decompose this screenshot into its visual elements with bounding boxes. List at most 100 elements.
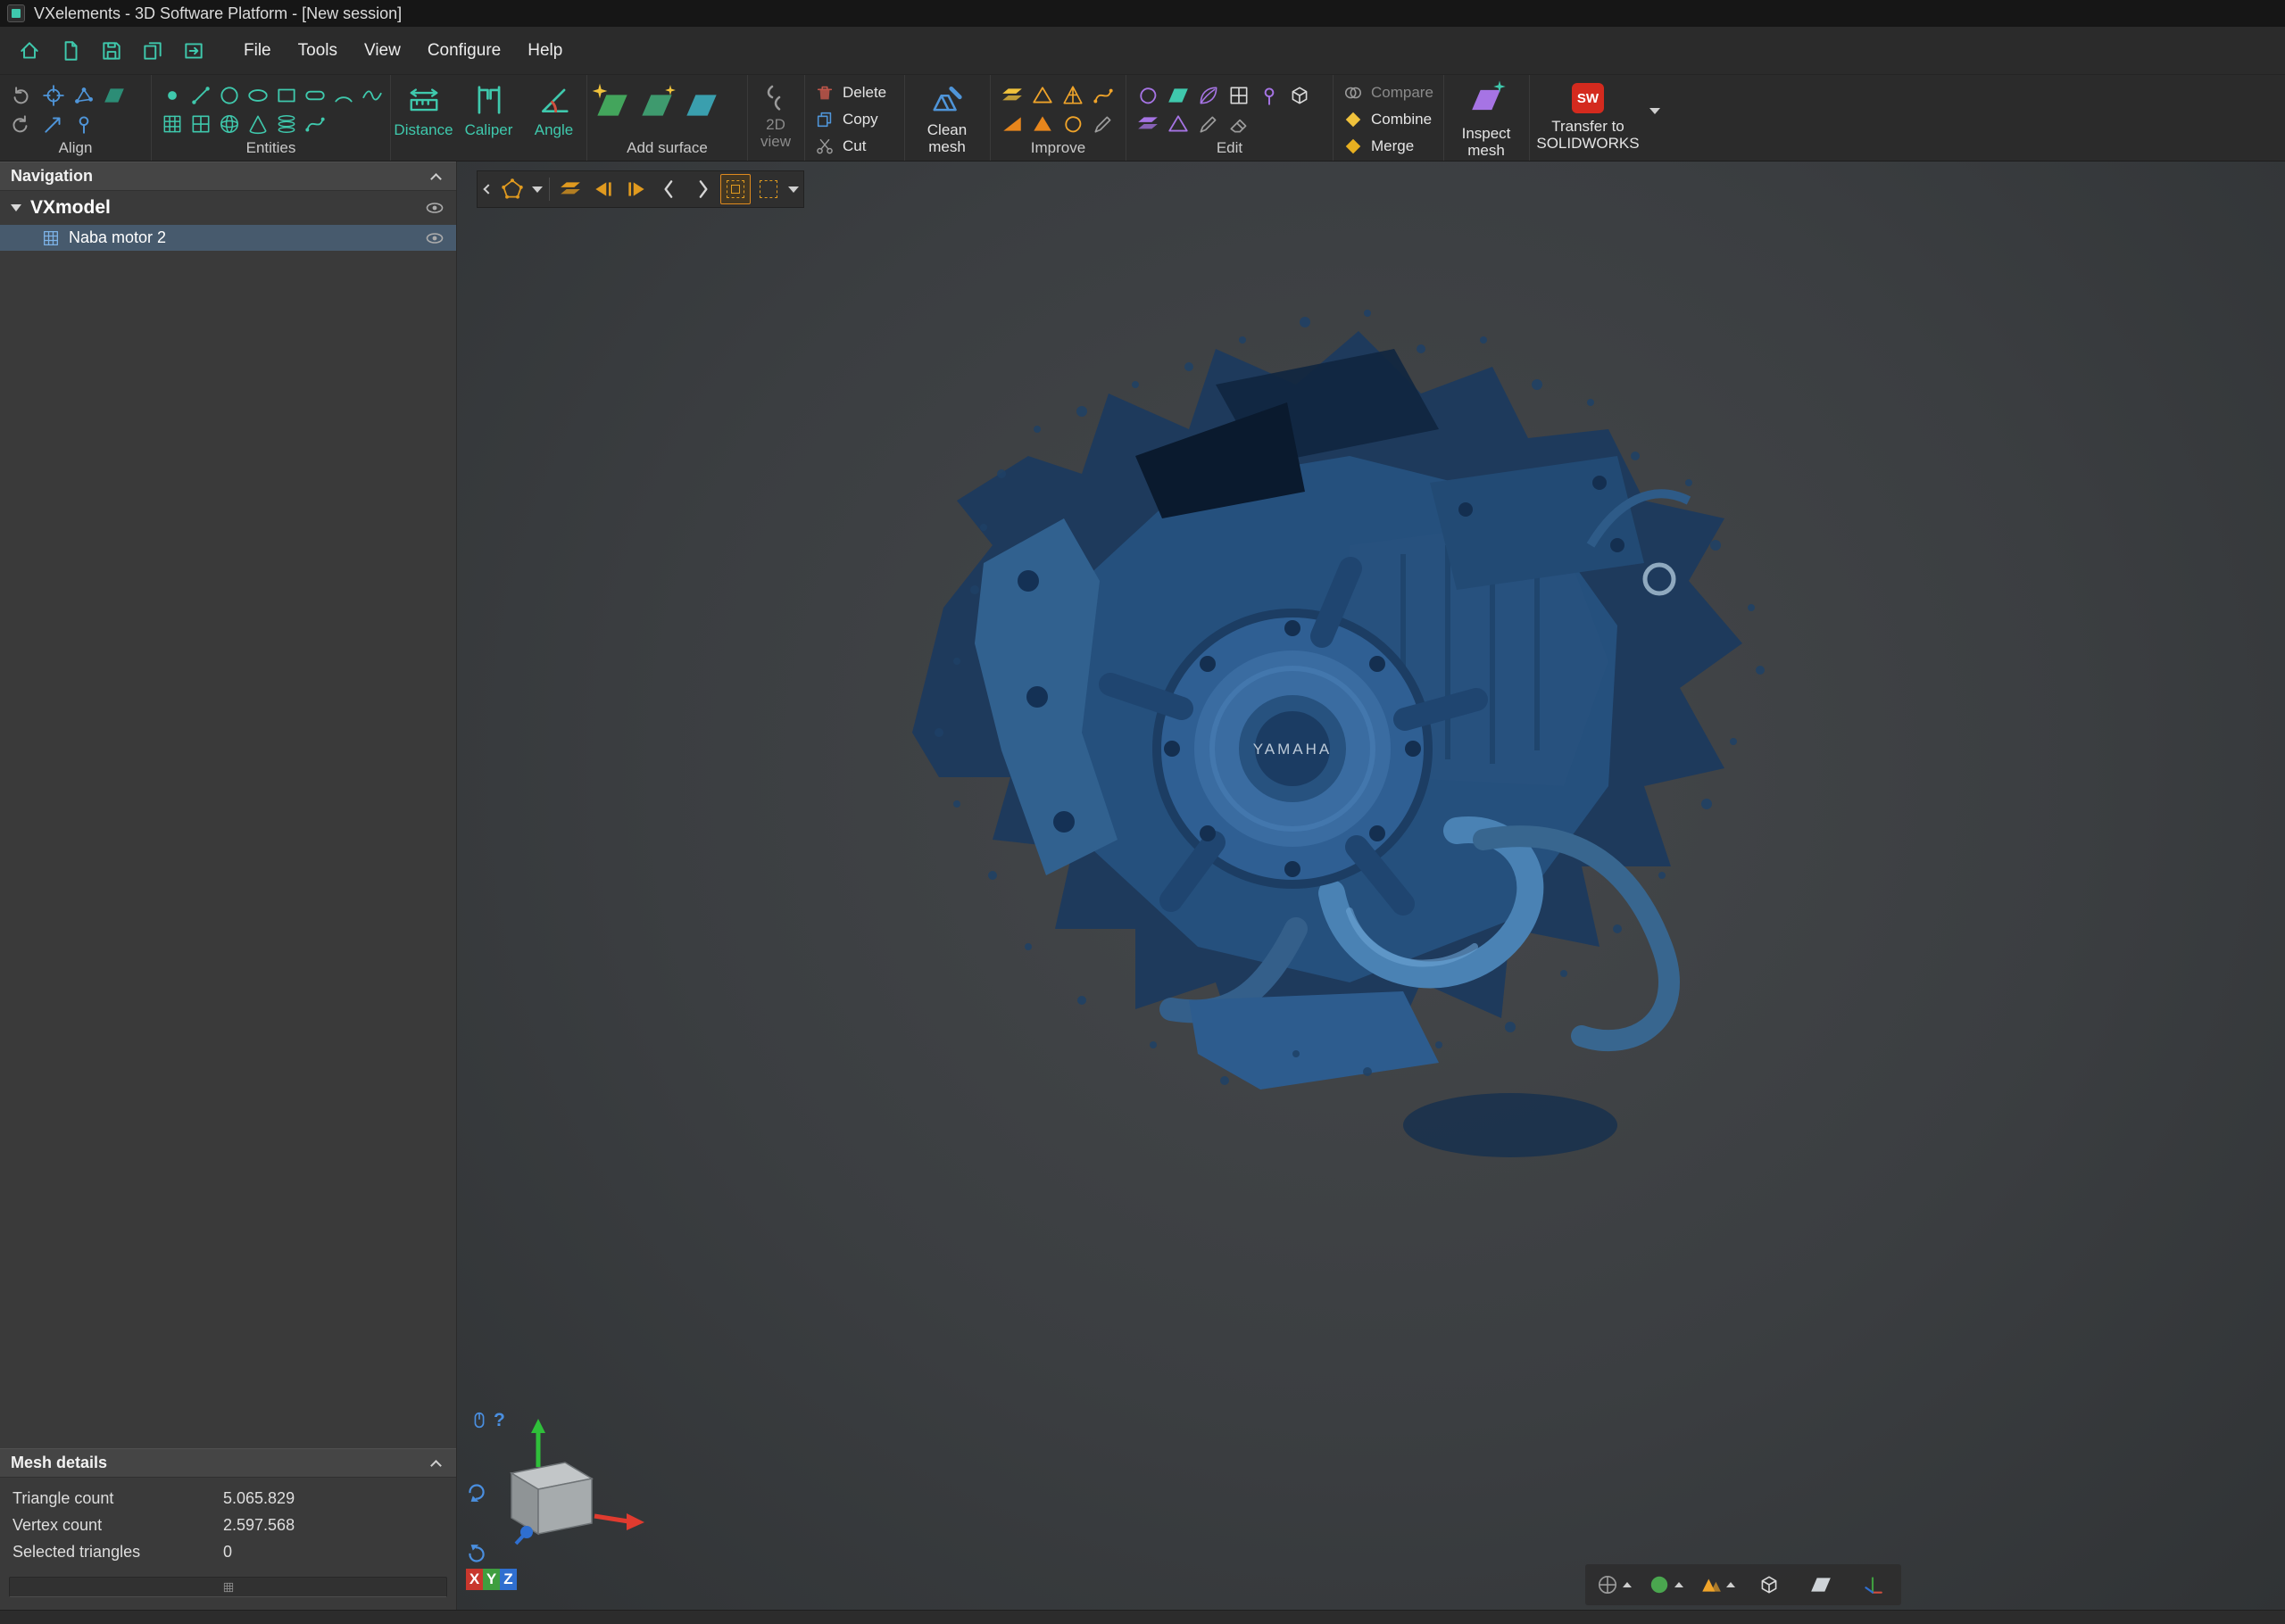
improve-sculpt-icon[interactable]: [1092, 112, 1115, 136]
clip-next-button[interactable]: [687, 174, 718, 204]
menu-tools[interactable]: Tools: [285, 27, 351, 75]
edit-blob-icon[interactable]: [1136, 84, 1159, 107]
align-move-icon[interactable]: [42, 112, 65, 136]
clip-previous-button[interactable]: [654, 174, 685, 204]
flip-selection-left-button[interactable]: [588, 174, 619, 204]
axis-labels: X Y Z: [466, 1569, 517, 1590]
caliper-button[interactable]: Caliper: [456, 75, 521, 162]
edit-leaf-icon[interactable]: [1197, 84, 1220, 107]
align-points-icon[interactable]: [72, 84, 96, 107]
toolbar-more-dropdown[interactable]: [786, 173, 800, 205]
display-smooth-button[interactable]: [1644, 1568, 1687, 1602]
ribbon-group-entities: Entities: [152, 75, 391, 161]
menu-configure[interactable]: Configure: [414, 27, 514, 75]
edit-mirror-icon[interactable]: [1288, 84, 1311, 107]
display-axes-button[interactable]: [1851, 1568, 1894, 1602]
entity-spline-icon[interactable]: [361, 84, 384, 107]
entity-circle-icon[interactable]: [218, 84, 241, 107]
selected-triangles-row: Selected triangles 0: [0, 1538, 456, 1565]
entity-line-icon[interactable]: [189, 84, 212, 107]
combine-button[interactable]: Combine: [1337, 106, 1440, 133]
align-surface-icon[interactable]: [103, 84, 126, 107]
home-button[interactable]: [9, 31, 50, 70]
copy-session-button[interactable]: [132, 31, 173, 70]
collapse-navigation-icon[interactable]: [430, 173, 442, 185]
display-smooth-dropdown-icon[interactable]: [1674, 1582, 1683, 1587]
compare-button[interactable]: Compare: [1337, 79, 1440, 106]
zoom-region-button[interactable]: [720, 174, 751, 204]
menu-view[interactable]: View: [351, 27, 414, 75]
entity-sphere-icon[interactable]: [218, 112, 241, 136]
edit-triangle-icon[interactable]: [1167, 112, 1190, 136]
add-surface-wizard-icon[interactable]: [594, 87, 630, 123]
new-session-button[interactable]: [50, 31, 91, 70]
transfer-solidworks-button[interactable]: SW Transfer to SOLIDWORKS: [1530, 75, 1646, 162]
display-texture-button[interactable]: [1592, 1568, 1635, 1602]
redo-icon[interactable]: [9, 112, 32, 136]
angle-button[interactable]: Angle: [521, 75, 586, 162]
save-session-button[interactable]: [91, 31, 132, 70]
add-surface-manual-icon[interactable]: [684, 87, 719, 123]
improve-defeature-icon[interactable]: [1031, 84, 1054, 107]
entity-plane-grid-icon[interactable]: [161, 112, 184, 136]
merge-button[interactable]: Merge: [1337, 133, 1440, 160]
selection-tool-dropdown[interactable]: [530, 173, 544, 205]
edit-measure-icon[interactable]: [1258, 84, 1281, 107]
flip-selection-right-button[interactable]: [621, 174, 652, 204]
improve-subdivide-icon[interactable]: [1031, 112, 1054, 136]
entity-slot-icon[interactable]: [303, 84, 327, 107]
entity-rectangle-icon[interactable]: [275, 84, 298, 107]
edit-surface-icon[interactable]: [1167, 84, 1190, 107]
undo-icon[interactable]: [9, 84, 32, 107]
toolbar-collapse-button[interactable]: [481, 173, 494, 205]
display-triangles-button[interactable]: [1696, 1568, 1739, 1602]
improve-fill-holes-icon[interactable]: [1001, 84, 1024, 107]
vertex-count-row: Vertex count 2.597.568: [0, 1512, 456, 1538]
menu-help[interactable]: Help: [514, 27, 576, 75]
entity-ellipse-icon[interactable]: [246, 84, 270, 107]
tree-root-vxmodel[interactable]: VXmodel: [0, 191, 456, 225]
edit-split-icon[interactable]: [1227, 84, 1251, 107]
vxmodel-visibility-eye-icon[interactable]: [424, 197, 445, 219]
entity-cone-icon[interactable]: [246, 112, 270, 136]
display-triangles-dropdown-icon[interactable]: [1726, 1582, 1735, 1587]
display-flat-button[interactable]: [1799, 1568, 1842, 1602]
inspect-mesh-button[interactable]: Inspect mesh: [1444, 75, 1528, 162]
transfer-dropdown-button[interactable]: [1646, 108, 1664, 134]
edit-extract-icon[interactable]: [1136, 112, 1159, 136]
mesh-visibility-eye-icon[interactable]: [424, 228, 445, 249]
clean-mesh-button[interactable]: Clean mesh: [905, 75, 989, 162]
collapse-mesh-details-icon[interactable]: [430, 1460, 442, 1471]
delete-label: Delete: [843, 84, 887, 101]
entity-stack-icon[interactable]: [275, 112, 298, 136]
improve-boundary-icon[interactable]: [1092, 84, 1115, 107]
add-surface-auto-icon[interactable]: [639, 87, 675, 123]
entity-curve-icon[interactable]: [303, 112, 327, 136]
selection-tool-button[interactable]: [497, 174, 528, 204]
orientation-cube[interactable]: [480, 1418, 650, 1570]
zoom-fit-button[interactable]: [753, 174, 784, 204]
expand-caret-icon[interactable]: [11, 204, 21, 211]
copy-button[interactable]: Copy: [809, 106, 901, 133]
cut-button[interactable]: Cut: [809, 133, 901, 160]
delete-button[interactable]: Delete: [809, 79, 901, 106]
tree-item-mesh[interactable]: Naba motor 2: [0, 225, 456, 251]
2d-view-button[interactable]: 2D view: [748, 75, 803, 162]
entity-cylinder-grid-icon[interactable]: [189, 112, 212, 136]
improve-smooth-icon[interactable]: [1061, 112, 1084, 136]
display-wireframe-button[interactable]: [1748, 1568, 1791, 1602]
edit-eraser-icon[interactable]: [1227, 112, 1251, 136]
edit-pencil-icon[interactable]: [1197, 112, 1220, 136]
entity-point-icon[interactable]: [161, 84, 184, 107]
restore-session-button[interactable]: [173, 31, 214, 70]
display-texture-dropdown-icon[interactable]: [1623, 1582, 1632, 1587]
entity-arc-icon[interactable]: [332, 84, 355, 107]
distance-button[interactable]: Distance: [391, 75, 456, 162]
improve-decimate-icon[interactable]: [1001, 112, 1024, 136]
visibility-layers-button[interactable]: [555, 174, 586, 204]
3d-viewport[interactable]: YAMAHA ? X Y Z: [457, 162, 2285, 1610]
align-target-icon[interactable]: [42, 84, 65, 107]
improve-remesh-icon[interactable]: [1061, 84, 1084, 107]
align-pin-icon[interactable]: [72, 112, 96, 136]
menu-file[interactable]: File: [230, 27, 285, 75]
